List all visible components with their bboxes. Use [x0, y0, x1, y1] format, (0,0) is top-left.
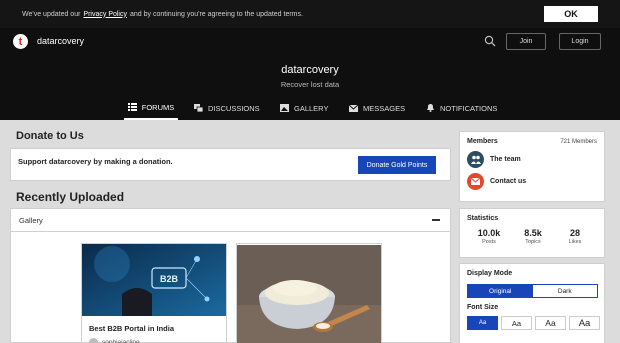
hero-subtitle: Recover lost data — [280, 80, 340, 89]
chat-icon — [194, 104, 203, 112]
gallery-body — [10, 232, 451, 343]
the-team-link[interactable]: The team — [467, 151, 521, 168]
stat-likes-value: 28 — [569, 228, 580, 238]
stat-likes-label: Likes — [568, 239, 582, 245]
statistics-title: Statistics — [467, 215, 499, 222]
donate-text: Support datarcovery by making a donation… — [18, 157, 173, 166]
members-widget: Members 721 Members The team Contact us — [459, 131, 605, 202]
members-title: Members — [467, 138, 498, 145]
nav-gallery[interactable]: GALLERY — [280, 96, 328, 120]
collapse-icon[interactable] — [432, 219, 440, 221]
main-nav: FORUMS DISCUSSIONS GALLERY MESSAGES NOTI… — [0, 96, 620, 120]
card-author-name: sophiajacline — [102, 339, 140, 343]
nav-notifications[interactable]: NOTIFICATIONS — [426, 96, 497, 120]
contact-us-label: Contact us — [490, 178, 527, 185]
gallery-label: Gallery — [19, 216, 43, 225]
statistics-widget: Statistics 10.0k Posts 8.5k Topics 28 Li… — [459, 208, 605, 258]
donate-gold-points-button[interactable]: Donate Gold Points — [358, 156, 436, 174]
stat-posts: 10.0k Posts — [467, 228, 511, 245]
login-button[interactable]: Login — [559, 33, 601, 50]
card-image-flour[interactable] — [237, 244, 381, 343]
nav-discussions-label: DISCUSSIONS — [208, 103, 260, 113]
card-image-b2b[interactable]: B2B — [82, 244, 226, 316]
bell-icon — [427, 104, 434, 112]
members-count[interactable]: 721 Members — [560, 139, 597, 145]
contact-us-link[interactable]: Contact us — [467, 173, 526, 190]
envelope-icon — [349, 104, 358, 112]
the-team-label: The team — [490, 156, 521, 163]
site-logo[interactable]: t — [13, 34, 28, 49]
cookie-text-before: We've updated our — [22, 10, 81, 18]
stat-posts-value: 10.0k — [477, 228, 501, 238]
gallery-section-header[interactable]: Gallery — [10, 208, 451, 232]
nav-gallery-label: GALLERY — [294, 103, 329, 113]
site-name[interactable]: datarcovery — [37, 36, 84, 46]
nav-messages[interactable]: MESSAGES — [349, 96, 405, 120]
display-mode-title: Display Mode — [467, 270, 513, 277]
list-icon — [127, 103, 137, 111]
top-bar: t datarcovery Join Login — [0, 28, 620, 56]
nav-discussions[interactable]: DISCUSSIONS — [194, 96, 260, 120]
card-title[interactable]: Best B2B Portal in India — [89, 324, 174, 333]
search-icon[interactable] — [484, 35, 496, 47]
join-button[interactable]: Join — [506, 33, 546, 50]
font-size-option[interactable]: Aa — [535, 316, 566, 330]
nav-notifications-label: NOTIFICATIONS — [440, 103, 498, 113]
stat-topics: 8.5k Topics — [511, 228, 555, 245]
nav-messages-label: MESSAGES — [363, 103, 406, 113]
display-mode-toggle: Original Dark — [467, 284, 598, 298]
image-icon — [280, 104, 289, 112]
font-size-options: Aa Aa Aa Aa — [467, 316, 600, 330]
font-size-option[interactable]: Aa — [467, 316, 498, 330]
hero-title: datarcovery — [281, 64, 339, 76]
nav-forums[interactable]: FORUMS — [124, 96, 178, 120]
privacy-policy-link[interactable]: Privacy Policy — [83, 11, 127, 18]
font-size-option[interactable]: Aa — [569, 316, 600, 330]
donate-panel: Support datarcovery by making a donation… — [10, 148, 451, 181]
stat-topics-label: Topics — [525, 239, 541, 245]
stat-posts-label: Posts — [482, 239, 496, 245]
display-mode-original[interactable]: Original — [468, 285, 533, 297]
donate-heading: Donate to Us — [16, 130, 84, 142]
font-size-option[interactable]: Aa — [501, 316, 532, 330]
card-author[interactable]: sophiajacline — [89, 338, 140, 343]
cookie-ok-button[interactable]: OK — [544, 6, 598, 22]
nav-forums-label: FORUMS — [141, 102, 175, 112]
gallery-card[interactable]: B2B Best B2B Portal in India sophiajacli… — [81, 243, 227, 343]
cookie-banner: We've updated our Privacy Policy and by … — [0, 0, 620, 28]
avatar — [89, 338, 98, 343]
display-mode-dark[interactable]: Dark — [533, 285, 598, 297]
gallery-card[interactable] — [236, 243, 382, 343]
font-size-title: Font Size — [467, 304, 499, 311]
cookie-text-after: and by continuing you're agreeing to the… — [130, 10, 303, 18]
team-icon — [467, 151, 484, 168]
display-settings-widget: Display Mode Original Dark Font Size Aa … — [459, 263, 605, 343]
recently-uploaded-heading: Recently Uploaded — [16, 190, 125, 204]
card-image-text: B2B — [160, 274, 179, 284]
envelope-icon — [467, 173, 484, 190]
stat-likes: 28 Likes — [553, 228, 597, 245]
stat-topics-value: 8.5k — [524, 228, 542, 238]
